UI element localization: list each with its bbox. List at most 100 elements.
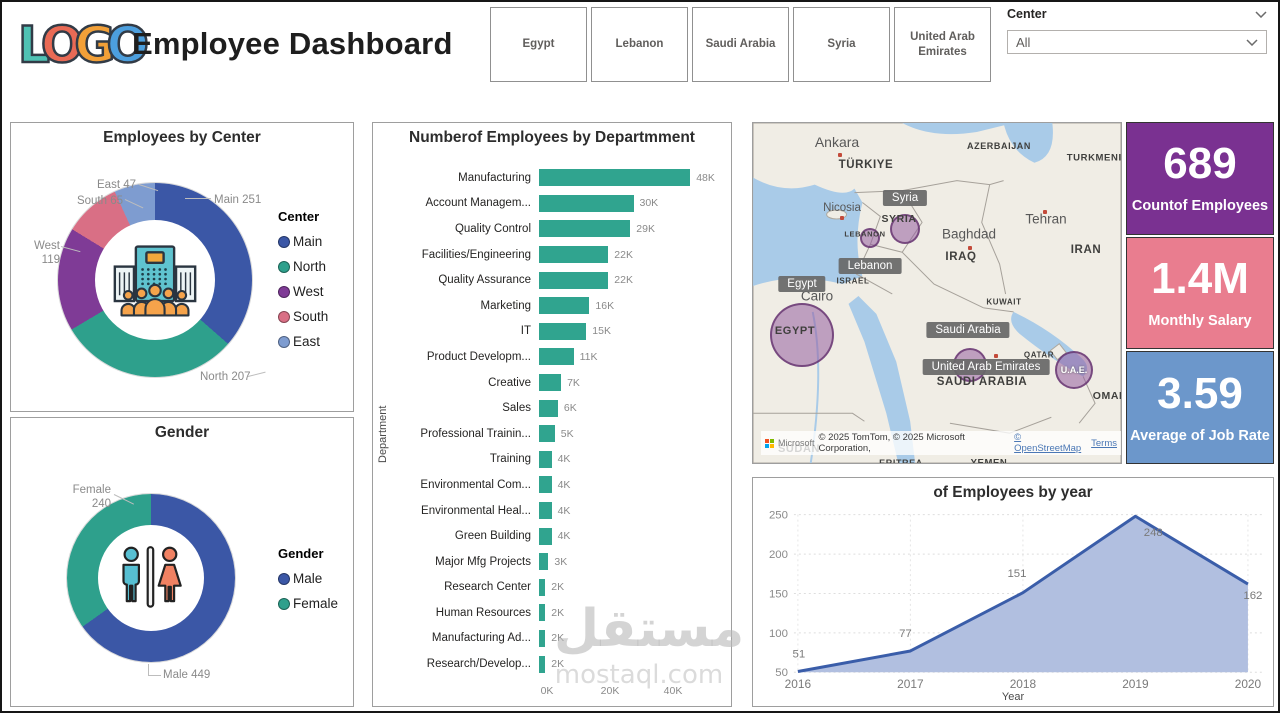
bar-rows: Manufacturing48KAccount Managem...30KQua… — [381, 165, 725, 677]
map-data-label-lebanon: Lebanon — [839, 258, 902, 274]
map-country-label-lebanon: LEBANON — [844, 230, 885, 239]
country-filter-button-lebanon[interactable]: Lebanon — [591, 7, 688, 82]
map-city-label-ankara: Ankara — [815, 134, 859, 150]
bar-major-mfg-projects[interactable] — [539, 553, 548, 570]
map-data-label-egypt: Egypt — [778, 276, 825, 292]
x-tick-label: 0K — [541, 685, 554, 697]
bar-environmental-com[interactable] — [539, 476, 552, 493]
map-country-label-eritrea: ERITREA — [879, 458, 923, 464]
svg-text:100: 100 — [769, 628, 788, 640]
legend-item-female[interactable]: Female — [278, 591, 338, 616]
kpi-label: Average of Job Rate — [1130, 428, 1270, 444]
map-card[interactable]: U.A.E.TÜRKIYEAZERBAIJANTURKMENISTANSYRIA… — [752, 122, 1122, 464]
svg-text:77: 77 — [899, 628, 912, 640]
pie-label-south: South 65 — [58, 195, 123, 209]
bar-marketing[interactable] — [539, 297, 589, 314]
bar-training[interactable] — [539, 451, 552, 468]
legend-item-south[interactable]: South — [278, 304, 328, 329]
legend-color-dot — [278, 598, 290, 610]
country-slicer-group: EgyptLebanonSaudi ArabiaSyriaUnited Arab… — [490, 7, 991, 82]
chevron-down-icon — [1246, 39, 1258, 46]
bar-category-label: Manufacturing Ad... — [381, 632, 539, 644]
gender-donut-chart[interactable] — [67, 494, 235, 662]
center-filter-label: Center — [1007, 7, 1047, 21]
bar-row-product-developm: Product Developm...11K — [381, 344, 725, 370]
bar-category-label: Facilities/Engineering — [381, 249, 539, 261]
bar-it[interactable] — [539, 323, 586, 340]
map-data-label-united-arab-emirates: United Arab Emirates — [923, 359, 1050, 375]
center-legend: CenterMainNorthWestSouthEast — [278, 209, 328, 354]
bar-track: 4K — [539, 528, 725, 545]
map-city-dot — [840, 216, 844, 220]
svg-text:151: 151 — [1007, 568, 1026, 580]
center-filter-dropdown[interactable]: All — [1007, 30, 1267, 54]
bar-environmental-heal[interactable] — [539, 502, 552, 519]
legend-item-north[interactable]: North — [278, 254, 328, 279]
legend-label: South — [293, 309, 328, 324]
svg-text:150: 150 — [769, 588, 788, 600]
bar-manufacturing[interactable] — [539, 169, 690, 186]
bar-facilities-engineering[interactable] — [539, 246, 608, 263]
bar-human-resources[interactable] — [539, 604, 545, 621]
legend-item-main[interactable]: Main — [278, 229, 328, 254]
bar-value-label: 29K — [636, 223, 655, 235]
bar-row-environmental-com: Environmental Com...4K — [381, 472, 725, 498]
callout-connector — [148, 675, 161, 676]
legend-item-male[interactable]: Male — [278, 566, 338, 591]
bar-research-center[interactable] — [539, 579, 545, 596]
svg-text:2017: 2017 — [897, 677, 923, 691]
bar-product-developm[interactable] — [539, 348, 574, 365]
legend-item-east[interactable]: East — [278, 329, 328, 354]
bar-quality-control[interactable] — [539, 220, 630, 237]
openstreetmap-link[interactable]: © OpenStreetMap — [1014, 432, 1087, 454]
bar-category-label: Quality Assurance — [381, 274, 539, 286]
microsoft-wordmark: Microsoft — [778, 438, 815, 448]
kpi-label: Monthly Salary — [1148, 313, 1251, 329]
country-filter-button-united-arab-emirates[interactable]: United Arab Emirates — [894, 7, 991, 82]
bar-quality-assurance[interactable] — [539, 272, 608, 289]
terms-link[interactable]: Terms — [1091, 438, 1117, 449]
bar-track: 4K — [539, 502, 725, 519]
restroom-male-female-icon — [115, 545, 187, 611]
center-donut-chart[interactable] — [58, 183, 252, 377]
bar-value-label: 2K — [551, 658, 564, 670]
country-filter-button-saudi-arabia[interactable]: Saudi Arabia — [692, 7, 789, 82]
bar-value-label: 4K — [558, 453, 571, 465]
bar-sales[interactable] — [539, 400, 558, 417]
gender-legend: GenderMaleFemale — [278, 546, 338, 616]
bar-track: 2K — [539, 604, 725, 621]
map-city-label-baghdad: Baghdad — [942, 227, 996, 242]
bar-row-research-develop: Research/Develop...2K — [381, 651, 725, 677]
chevron-down-icon[interactable] — [1255, 11, 1267, 18]
legend-item-west[interactable]: West — [278, 279, 328, 304]
bar-track: 6K — [539, 400, 725, 417]
bar-research-develop[interactable] — [539, 656, 545, 673]
bar-professional-trainin[interactable] — [539, 425, 555, 442]
bar-manufacturing-ad[interactable] — [539, 630, 545, 647]
map-city-label-nicosia: Nicosia — [823, 202, 861, 214]
bar-category-label: Green Building — [381, 530, 539, 542]
bar-row-facilities-engineering: Facilities/Engineering22K — [381, 242, 725, 268]
map-bubble-united-arab-emirates[interactable]: U.A.E. — [1055, 351, 1093, 389]
office-building-people-icon — [111, 240, 199, 320]
donut-hole — [98, 525, 204, 631]
svg-text:200: 200 — [769, 549, 788, 561]
employees-by-center-card: Employees by Center — [10, 122, 354, 412]
bar-creative[interactable] — [539, 374, 561, 391]
bar-value-label: 6K — [564, 402, 577, 414]
year-area-chart[interactable]: 5010015020025051771512481622016201720182… — [753, 478, 1273, 706]
bar-green-building[interactable] — [539, 528, 552, 545]
pie-label-west: West 119 — [22, 240, 60, 268]
legend-label: West — [293, 284, 324, 299]
bar-row-training: Training4K — [381, 447, 725, 473]
country-filter-button-egypt[interactable]: Egypt — [490, 7, 587, 82]
bar-account-managem[interactable] — [539, 195, 634, 212]
country-filter-button-syria[interactable]: Syria — [793, 7, 890, 82]
bar-track: 2K — [539, 630, 725, 647]
bar-category-label: Professional Trainin... — [381, 428, 539, 440]
microsoft-logo-icon — [765, 439, 774, 448]
bar-row-creative: Creative7K — [381, 370, 725, 396]
bar-value-label: 4K — [558, 505, 571, 517]
bar-row-quality-assurance: Quality Assurance22K — [381, 267, 725, 293]
donut-hole — [95, 220, 215, 340]
